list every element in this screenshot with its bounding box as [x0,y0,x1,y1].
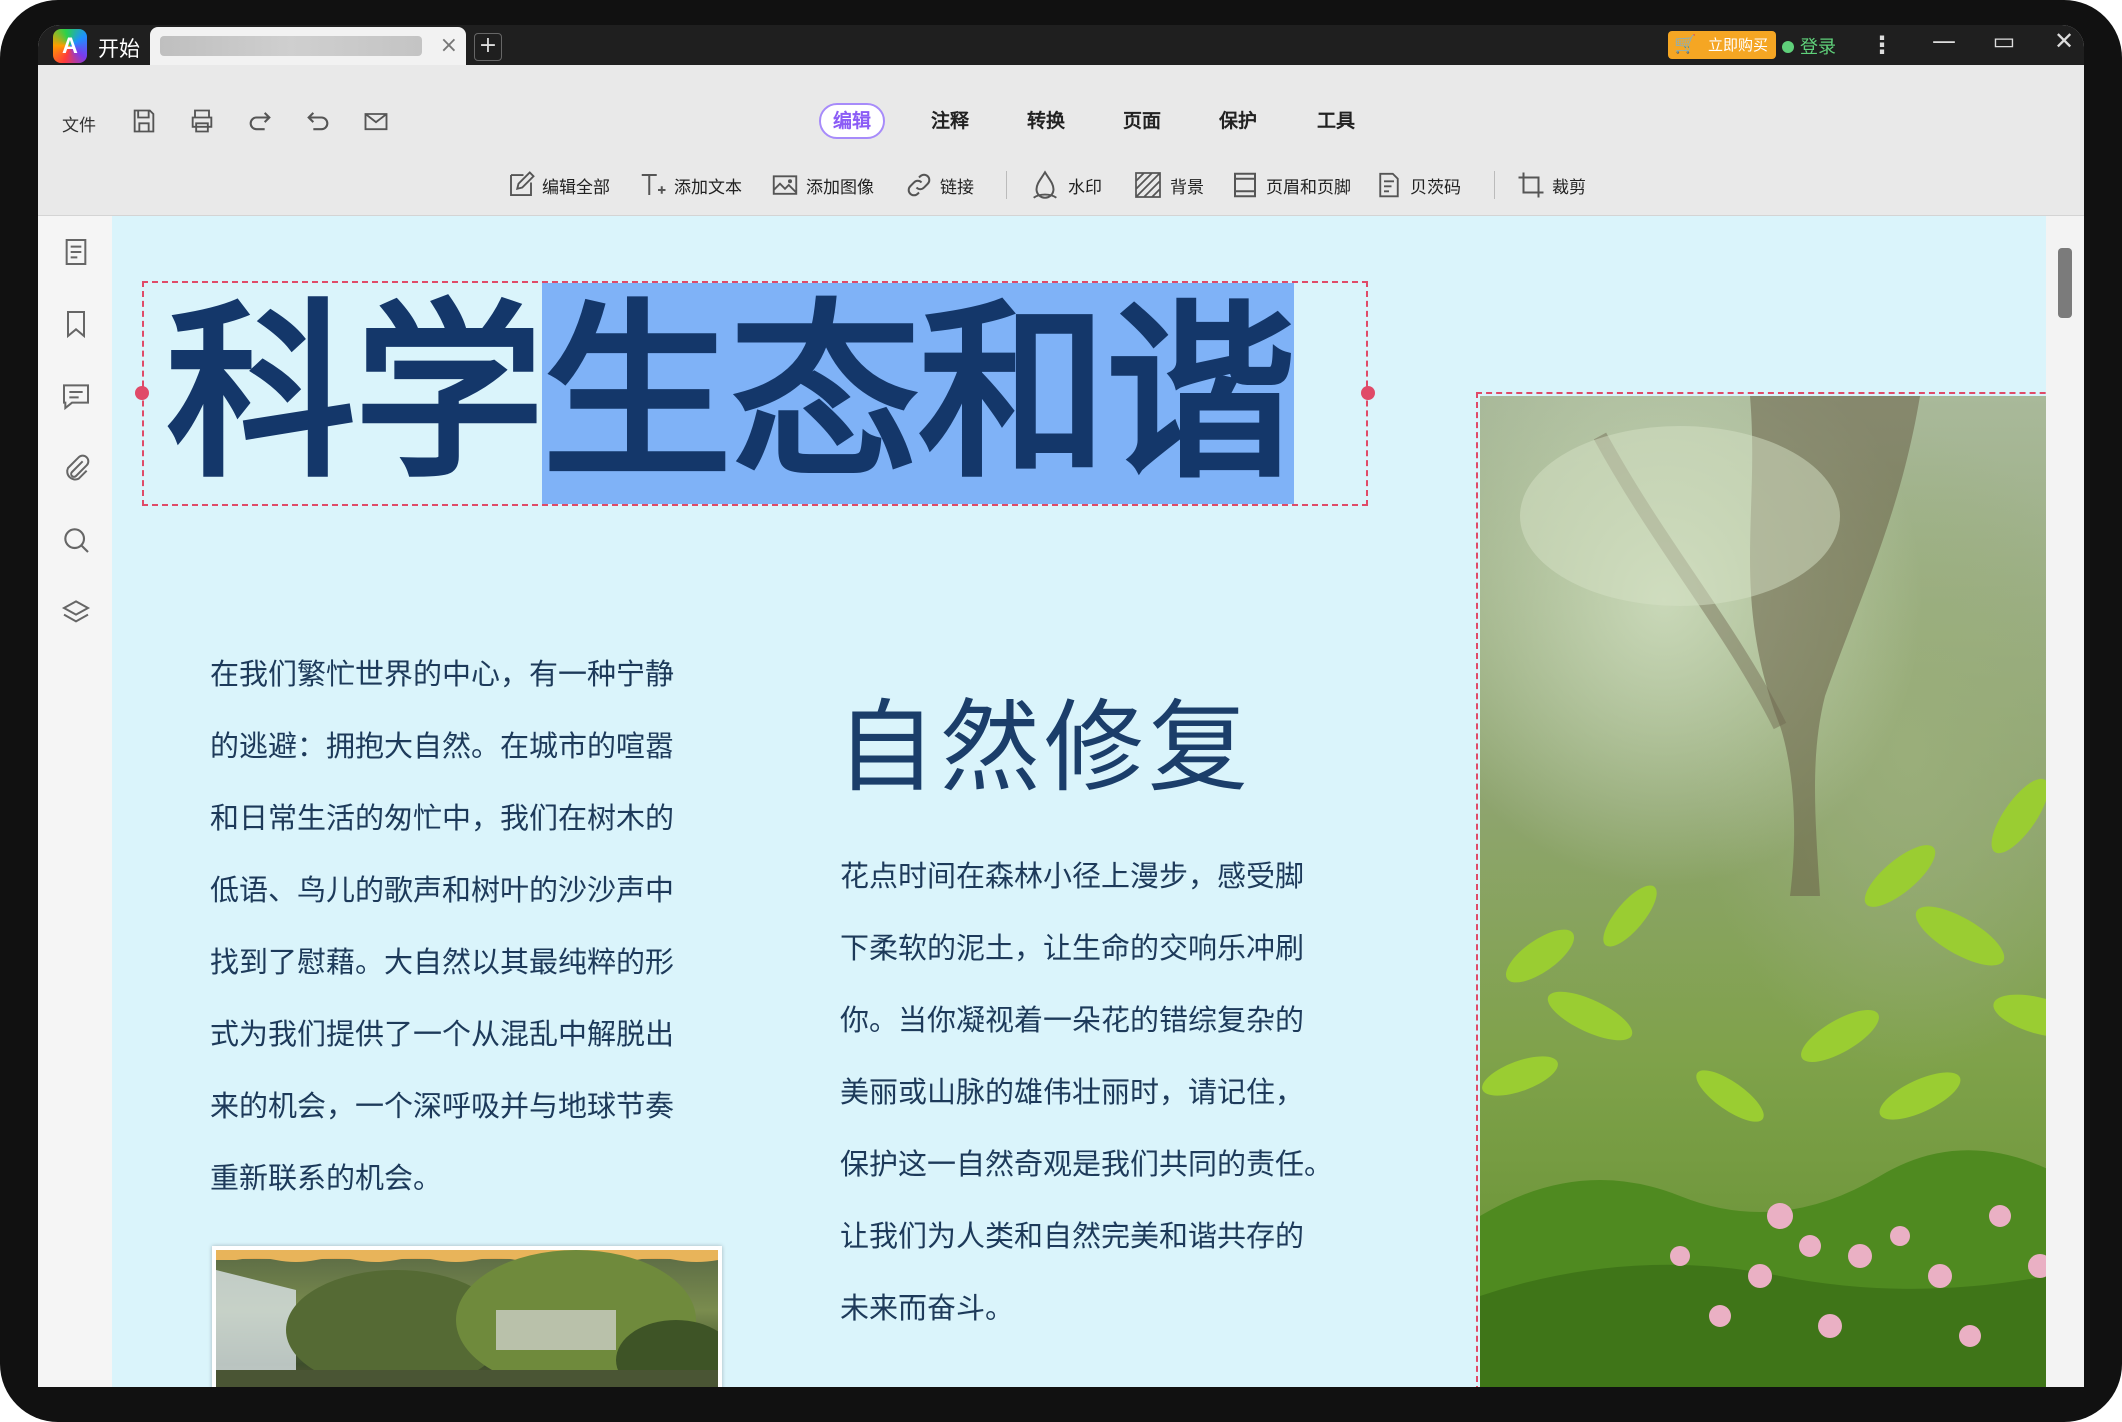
login-button[interactable]: 登录 [1782,33,1836,59]
street-photo-illustration [216,1250,736,1387]
home-tab[interactable]: 开始 [98,33,140,63]
bates-label: 贝茨码 [1410,177,1461,198]
bates-button[interactable]: 贝茨码 [1374,163,1461,207]
document-tab-title-blurred [160,36,422,56]
crop-icon [1518,172,1544,198]
header-footer-icon [1234,172,1256,198]
watermark-icon [1033,170,1057,199]
layers-icon[interactable] [60,596,92,628]
edit-all-icon [510,171,535,196]
add-image-button[interactable]: 添加图像 [770,163,874,207]
new-tab-button[interactable]: + [474,33,502,61]
search-icon[interactable] [60,524,92,556]
vertical-scrollbar[interactable] [2046,216,2084,1387]
tab-edit[interactable]: 编辑 [819,103,886,139]
ribbon: 文件 编辑 注释 转换 页面 保护 工具 编辑全部 添加文本 添加图像 链接 水… [38,65,2084,216]
watermark-button[interactable]: 水印 [1028,163,1102,207]
resize-handle-right[interactable] [1361,386,1375,400]
header-footer-button[interactable]: 页眉和页脚 [1230,163,1351,207]
bates-icon [1379,172,1399,198]
buy-now-label: 立即购买 [1707,36,1768,54]
cart-icon: 🛒 [1674,34,1697,55]
app-frame: 开始 × + 🛒 立即购买 登录 ⋮ — ▭ ✕ 文件 编辑 注释 转换 页面 … [38,25,2084,1387]
crop-button[interactable]: 裁剪 [1516,163,1586,207]
edit-all-button[interactable]: 编辑全部 [506,163,610,207]
comment-icon[interactable] [60,380,92,412]
resize-handle-left[interactable] [135,386,149,400]
tab-tools[interactable]: 工具 [1317,103,1355,139]
file-menu[interactable]: 文件 [62,111,96,136]
add-text-icon [641,174,666,195]
header-footer-label: 页眉和页脚 [1266,177,1351,198]
title-bar: 开始 × + 🛒 立即购买 登录 ⋮ — ▭ ✕ [38,25,2084,65]
print-icon[interactable] [188,107,216,135]
right-paragraph[interactable]: 花点时间在森林小径上漫步，感受脚 下柔软的泥土，让生命的交响乐冲刷 你。当你凝视… [840,840,1400,1344]
app-logo-icon [53,29,87,63]
user-icon [1782,41,1794,53]
save-icon[interactable] [130,107,158,135]
street-photo[interactable] [212,1246,736,1387]
tab-annotate[interactable]: 注释 [931,103,969,139]
document-canvas[interactable]: 科学生态和谐 在我们繁忙世界的中心，有一种宁静 的逃避：拥抱大自然。在城市的喧嚣… [112,216,2046,1387]
title-plain-text: 科学 [166,283,544,504]
toolbar-divider [1494,171,1495,199]
page-title[interactable]: 科学生态和谐 [166,283,1296,504]
more-menu-icon[interactable]: ⋮ [1870,31,1894,59]
attachment-icon[interactable] [60,452,92,484]
buy-now-button[interactable]: 🛒 立即购买 [1668,31,1776,59]
scrollbar-thumb[interactable] [2058,248,2072,318]
login-label: 登录 [1800,37,1836,58]
section-subtitle[interactable]: 自然修复 [836,666,1252,811]
tab-convert[interactable]: 转换 [1027,103,1065,139]
link-icon [907,173,931,197]
redo-icon[interactable] [246,107,274,135]
maximize-button[interactable]: ▭ [1984,27,2024,55]
background-button[interactable]: 背景 [1132,163,1204,207]
bookmark-icon[interactable] [60,308,92,340]
tab-page[interactable]: 页面 [1123,103,1161,139]
thumbnail-icon[interactable] [60,236,92,268]
close-tab-icon[interactable]: × [440,33,458,58]
image-selection-box[interactable] [1476,392,2046,1387]
left-sidebar [38,216,113,1387]
close-window-button[interactable]: ✕ [2044,27,2084,55]
undo-icon[interactable] [304,107,332,135]
edit-toolbar: 编辑全部 添加文本 添加图像 链接 水印 背景 页眉和页脚 贝茨码 裁剪 [38,163,2084,207]
add-text-label: 添加文本 [674,177,742,198]
document-tab[interactable]: × [150,27,466,65]
edit-all-label: 编辑全部 [542,177,610,198]
add-image-label: 添加图像 [806,177,874,198]
tab-protect[interactable]: 保护 [1219,103,1257,139]
watermark-label: 水印 [1068,177,1102,198]
minimize-button[interactable]: — [1924,27,1964,55]
link-label: 链接 [940,177,974,198]
crop-label: 裁剪 [1552,177,1586,198]
app-window: 开始 × + 🛒 立即购买 登录 ⋮ — ▭ ✕ 文件 编辑 注释 转换 页面 … [0,0,2122,1422]
add-image-icon [772,175,798,195]
background-icon [1135,172,1161,198]
background-label: 背景 [1170,177,1204,198]
toolbar-divider [1006,171,1007,199]
add-text-button[interactable]: 添加文本 [638,163,742,207]
left-paragraph[interactable]: 在我们繁忙世界的中心，有一种宁静 的逃避：拥抱大自然。在城市的喧嚣 和日常生活的… [210,638,750,1214]
link-button[interactable]: 链接 [904,163,974,207]
email-icon[interactable] [362,107,390,135]
title-selected-text: 生态和谐 [542,283,1296,504]
